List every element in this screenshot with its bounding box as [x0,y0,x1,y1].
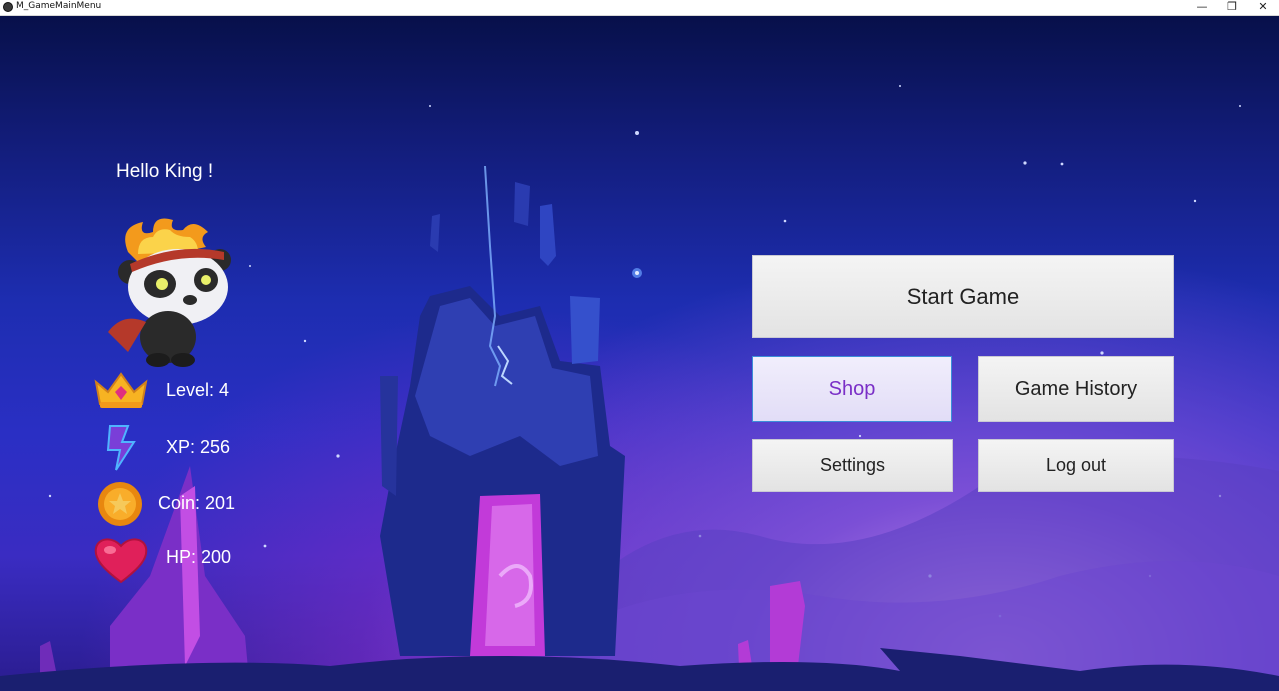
heart-icon [94,538,148,584]
hp-label: HP: 200 [166,547,232,567]
lightning-icon [106,425,136,471]
minimize-button[interactable]: — [1187,0,1217,15]
game-background: Hello King ! Level: 4 XP: 256 Coin: 201 … [0,16,1279,691]
window-title: M_GameMainMenu [16,1,102,11]
settings-button[interactable]: Settings [752,439,953,492]
coin-label: Coin: 201 [158,493,236,513]
game-history-button[interactable]: Game History [978,356,1174,422]
app-icon [3,2,13,12]
start-game-button[interactable]: Start Game [752,255,1174,338]
stone-tower [380,165,625,656]
log-out-button[interactable]: Log out [978,439,1174,492]
coin-icon [98,482,142,526]
level-label: Level: 4 [166,380,230,400]
crown-icon [94,372,148,408]
window-titlebar: M_GameMainMenu — ❐ ✕ [0,0,1279,16]
maximize-button[interactable]: ❐ [1217,0,1247,15]
shop-button[interactable]: Shop [752,356,952,422]
player-avatar [108,218,231,367]
close-button[interactable]: ✕ [1248,0,1278,15]
xp-label: XP: 256 [166,437,231,457]
greeting-text: Hello King ! [116,161,214,182]
